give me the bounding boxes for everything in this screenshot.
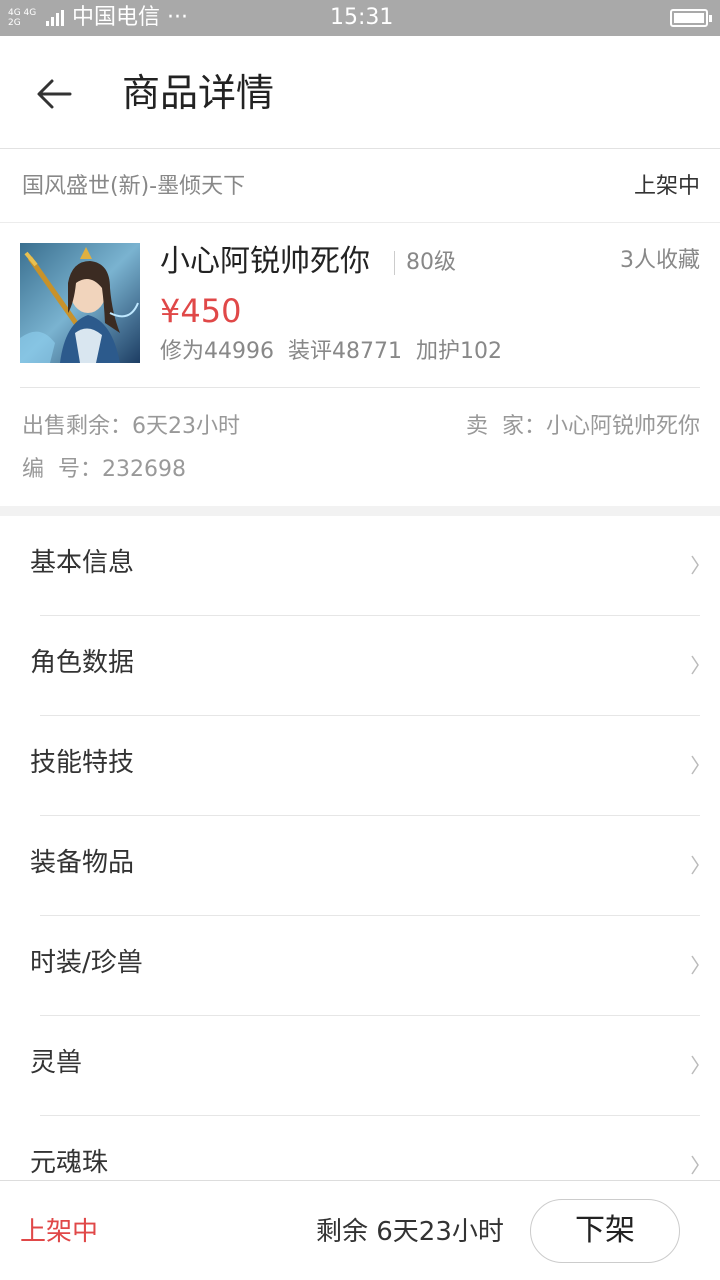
delist-button[interactable]: 下架 <box>530 1199 680 1263</box>
carrier-name: 中国电信 ··· <box>72 5 188 30</box>
seller-name: 卖 家：小心阿锐帅死你 <box>466 414 700 439</box>
network-indicator: 4G 4G 2G <box>8 8 37 28</box>
menu-item-equipment[interactable]: 装备物品 <box>0 816 720 916</box>
menu-item-character-data[interactable]: 角色数据 <box>0 616 720 716</box>
section-separator <box>0 506 720 516</box>
menu-item-soul-orb[interactable]: 元魂珠 <box>0 1116 720 1180</box>
chevron-right-icon <box>691 1155 699 1175</box>
status-bar: 4G 4G 2G 中国电信 ··· 15:31 <box>0 0 720 36</box>
chevron-right-icon <box>691 855 699 875</box>
game-server-row: 国风盛世(新)-墨倾天下 上架中 <box>0 149 720 223</box>
menu-item-basic-info[interactable]: 基本信息 <box>0 516 720 616</box>
battery-icon <box>670 9 712 27</box>
time-remaining: 出售剩余：6天23小时 <box>22 414 240 439</box>
arrow-left-icon <box>37 79 72 109</box>
chevron-right-icon <box>691 555 699 575</box>
bottom-listing-status: 上架中 <box>20 1217 99 1247</box>
stat-cultivation: 修为44996 <box>160 339 274 364</box>
stat-protection: 加护102 <box>416 339 502 364</box>
menu-item-label: 装备物品 <box>30 848 135 878</box>
app-header: 商品详情 <box>0 36 720 149</box>
bottom-time-remaining: 剩余 6天23小时 <box>316 1217 504 1247</box>
menu-item-fashion-pets[interactable]: 时装/珍兽 <box>0 916 720 1016</box>
menu-item-label: 技能特技 <box>30 748 135 778</box>
character-avatar <box>20 243 140 363</box>
stat-equipment-score: 装评48771 <box>288 339 402 364</box>
serial-number: 编 号：232698 <box>22 457 186 482</box>
menu-item-label: 时装/珍兽 <box>30 948 143 978</box>
listing-meta: 出售剩余：6天23小时 卖 家：小心阿锐帅死你 编 号：232698 <box>0 388 720 506</box>
chevron-right-icon <box>691 755 699 775</box>
detail-menu: 基本信息 角色数据 技能特技 装备物品 时装/珍兽 灵兽 元魂珠 <box>0 516 720 1180</box>
product-stats: 修为44996 装评48771 加护102 <box>160 338 516 366</box>
menu-item-spirit-beast[interactable]: 灵兽 <box>0 1016 720 1116</box>
menu-item-skills[interactable]: 技能特技 <box>0 716 720 816</box>
product-level: 80级 <box>394 251 456 275</box>
bottom-action-bar: 上架中 剩余 6天23小时 下架 <box>0 1180 720 1280</box>
clock: 15:31 <box>330 5 394 30</box>
favorites-count: 3人收藏 <box>620 248 700 273</box>
page-title: 商品详情 <box>122 71 275 115</box>
menu-item-label: 元魂珠 <box>30 1148 109 1178</box>
menu-item-label: 基本信息 <box>30 548 135 578</box>
product-name: 小心阿锐帅死你 <box>160 244 370 279</box>
game-server-name: 国风盛世(新)-墨倾天下 <box>22 174 246 199</box>
chevron-right-icon <box>691 955 699 975</box>
menu-item-label: 角色数据 <box>30 648 135 678</box>
menu-item-label: 灵兽 <box>30 1048 83 1078</box>
product-summary: 小心阿锐帅死你 80级 3人收藏 ¥450 修为44996 装评48771 加护10… <box>0 223 720 388</box>
back-button[interactable] <box>34 74 74 114</box>
chevron-right-icon <box>691 1055 699 1075</box>
listing-status: 上架中 <box>633 174 700 199</box>
chevron-right-icon <box>691 655 699 675</box>
signal-icon <box>46 10 64 26</box>
product-price: ¥450 <box>160 292 242 330</box>
